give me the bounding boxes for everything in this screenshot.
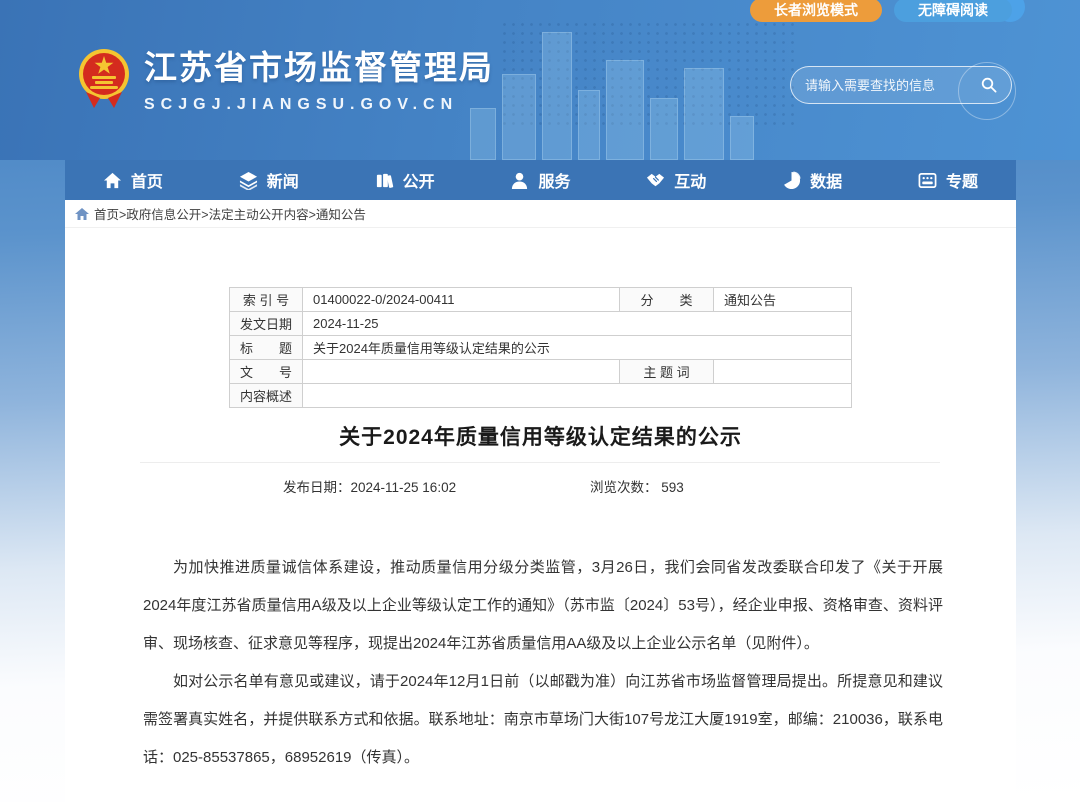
- barrier-free-button[interactable]: 无障碍阅读: [894, 0, 1012, 22]
- pie-chart-icon: [782, 171, 801, 190]
- nav-label: 首页: [131, 168, 163, 192]
- search-input[interactable]: [805, 78, 981, 93]
- summary-label: 内容概述: [230, 384, 303, 408]
- breadcrumb: 首页>政府信息公开>法定主动公开内容>通知公告: [65, 200, 1016, 228]
- home-icon: [75, 208, 89, 220]
- nav-label: 新闻: [267, 168, 299, 192]
- paragraph: 为加快推进质量诚信体系建设，推动质量信用分级分类监管，3月26日，我们会同省发改…: [143, 549, 943, 663]
- nav-label: 互动: [674, 168, 706, 192]
- keywords-value: [714, 360, 852, 384]
- main-nav: 首页 新闻 公开 服务 互动 数: [65, 160, 1016, 200]
- nav-item-services[interactable]: 服务: [500, 160, 580, 200]
- view-count: 浏览次数： 593: [590, 476, 684, 496]
- table-row: 标 题 关于2024年质量信用等级认定结果的公示: [230, 336, 852, 360]
- table-row: 内容概述: [230, 384, 852, 408]
- person-icon: [510, 171, 529, 190]
- magnifier-icon[interactable]: [981, 77, 997, 93]
- category-label: 分 类: [620, 288, 714, 312]
- breadcrumb-path[interactable]: 首页>政府信息公开>法定主动公开内容>通知公告: [94, 204, 366, 223]
- nav-label: 服务: [538, 168, 570, 192]
- table-row: 发文日期 2024-11-25: [230, 312, 852, 336]
- home-icon: [103, 171, 122, 190]
- category-value: 通知公告: [714, 288, 852, 312]
- site-title: 江苏省市场监督管理局: [144, 48, 494, 88]
- nav-label: 专题: [946, 168, 978, 192]
- table-row: 索 引 号 01400022-0/2024-00411 分 类 通知公告: [230, 288, 852, 312]
- page-title: 关于2024年质量信用等级认定结果的公示: [65, 421, 1016, 451]
- index-value: 01400022-0/2024-00411: [303, 288, 620, 312]
- nav-item-home[interactable]: 首页: [93, 160, 173, 200]
- title-value: 关于2024年质量信用等级认定结果的公示: [303, 336, 852, 360]
- accessibility-buttons: 长者浏览模式 无障碍阅读: [750, 0, 1012, 22]
- search-box[interactable]: [790, 66, 1012, 104]
- docno-value: [303, 360, 620, 384]
- docno-label: 文 号: [230, 360, 303, 384]
- nav-label: 公开: [403, 168, 435, 192]
- table-row: 文 号 主 题 词: [230, 360, 852, 384]
- keywords-label: 主 题 词: [620, 360, 714, 384]
- national-emblem-logo: [78, 48, 130, 110]
- article-meta: 发布日期：2024-11-25 16:02 浏览次数： 593: [65, 463, 1016, 503]
- nav-item-topics[interactable]: 专题: [908, 160, 988, 200]
- books-icon: [375, 171, 394, 190]
- index-label: 索 引 号: [230, 288, 303, 312]
- layers-icon: [239, 171, 258, 190]
- monitor-icon: [918, 171, 937, 190]
- elder-mode-button[interactable]: 长者浏览模式: [750, 0, 882, 22]
- title-label: 标 题: [230, 336, 303, 360]
- date-label: 发文日期: [230, 312, 303, 336]
- site-brand: 江苏省市场监督管理局 SCJGJ.JIANGSU.GOV.CN: [78, 48, 494, 114]
- nav-item-news[interactable]: 新闻: [229, 160, 309, 200]
- article-panel: 索 引 号 01400022-0/2024-00411 分 类 通知公告 发文日…: [65, 228, 1016, 802]
- nav-item-data[interactable]: 数据: [772, 160, 852, 200]
- nav-label: 数据: [810, 168, 842, 192]
- publish-date: 发布日期：2024-11-25 16:02: [283, 476, 456, 496]
- paragraph: 如对公示名单有意见或建议，请于2024年12月1日前（以邮戳为准）向江苏省市场监…: [143, 663, 943, 777]
- date-value: 2024-11-25: [303, 312, 852, 336]
- site-banner: 江苏省市场监督管理局 SCJGJ.JIANGSU.GOV.CN: [0, 0, 1080, 160]
- doc-info-table: 索 引 号 01400022-0/2024-00411 分 类 通知公告 发文日…: [229, 287, 852, 408]
- nav-item-disclosure[interactable]: 公开: [365, 160, 445, 200]
- article-body: 为加快推进质量诚信体系建设，推动质量信用分级分类监管，3月26日，我们会同省发改…: [143, 549, 943, 777]
- handshake-icon: [646, 171, 665, 190]
- site-url: SCJGJ.JIANGSU.GOV.CN: [144, 96, 494, 114]
- nav-item-interaction[interactable]: 互动: [636, 160, 716, 200]
- summary-value: [303, 384, 852, 408]
